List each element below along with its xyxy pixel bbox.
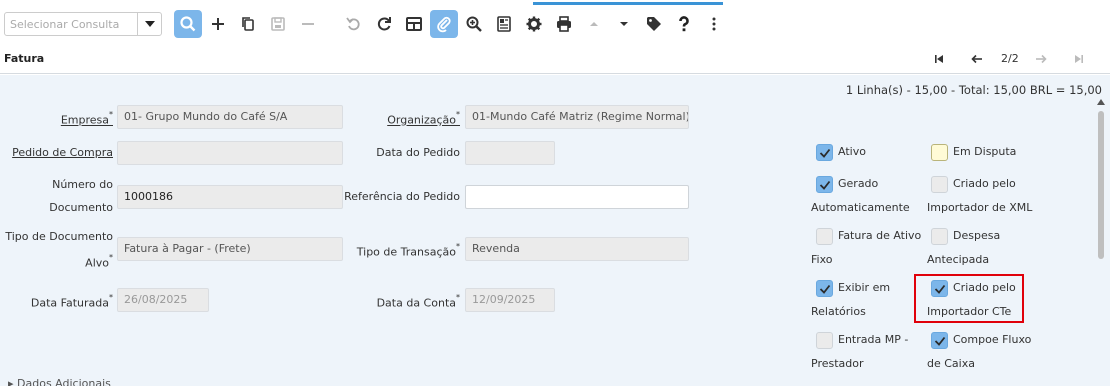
delete-icon[interactable]	[294, 10, 322, 38]
next-record-icon[interactable]	[1032, 50, 1050, 68]
tipo-documento-label[interactable]: Tipo de Documento Alvo*	[5, 225, 113, 275]
attachment-icon[interactable]	[430, 10, 458, 38]
criado-importador-xml-checkbox[interactable]	[931, 176, 948, 193]
query-select[interactable]	[4, 12, 162, 36]
scroll-up-icon[interactable]	[1096, 97, 1106, 107]
undo-icon[interactable]	[340, 10, 368, 38]
ativo-checkbox[interactable]	[816, 144, 833, 161]
numero-documento-label: Número do Documento	[49, 178, 113, 214]
entrada-mp-prestador-checkbox[interactable]	[816, 332, 833, 349]
grid-toggle-icon[interactable]	[400, 10, 428, 38]
data-faturada-label: Data Faturada*	[30, 293, 113, 310]
em-disputa-label: Em Disputa	[953, 145, 1017, 158]
last-record-icon[interactable]	[1070, 50, 1088, 68]
totals-summary: 1 Linha(s) - 15,00 - Total: 15,00 BRL = …	[845, 83, 1102, 97]
report-icon[interactable]	[490, 10, 518, 38]
fatura-ativo-fixo-checkbox[interactable]	[816, 228, 833, 245]
data-faturada-field[interactable]: 26/08/2025	[117, 288, 209, 312]
despesa-antecipada-checkbox[interactable]	[931, 228, 948, 245]
empresa-field[interactable]: 01- Grupo Mundo do Café S/A	[117, 105, 343, 129]
zoom-icon[interactable]	[460, 10, 488, 38]
caret-right-icon: ▸	[8, 377, 14, 386]
em-disputa-checkbox[interactable]	[931, 144, 948, 161]
pedido-compra-label[interactable]: Pedido de Compra	[12, 141, 113, 165]
first-record-icon[interactable]	[930, 50, 948, 68]
highlight-box	[914, 274, 1024, 323]
gerado-label-line2: Automaticamente	[811, 201, 910, 214]
fatura-ativo-label-line2: Fixo	[811, 253, 833, 266]
tag-icon[interactable]	[640, 10, 668, 38]
gerado-label: Gerado	[838, 177, 879, 190]
compoe-label-line2: de Caixa	[927, 357, 975, 370]
print-icon[interactable]	[550, 10, 578, 38]
entrada-mp-label-line2: Prestador	[811, 357, 864, 370]
record-counter: 2/2	[1001, 52, 1019, 65]
criado-xml-label: Criado pelo	[953, 177, 1016, 190]
entrada-mp-label: Entrada MP -	[838, 333, 909, 346]
exibir-label-line2: Relatórios	[811, 305, 866, 318]
referencia-pedido-field[interactable]	[465, 185, 689, 209]
chevron-down-icon[interactable]	[137, 13, 161, 35]
numero-documento-field[interactable]: 1000186	[117, 185, 343, 209]
organizacao-label[interactable]: Organização*	[387, 105, 460, 133]
gerado-automaticamente-checkbox[interactable]	[816, 176, 833, 193]
fatura-ativo-label: Fatura de Ativo	[838, 229, 922, 242]
refresh-icon[interactable]	[370, 10, 398, 38]
help-icon[interactable]	[670, 10, 698, 38]
scrollbar-thumb[interactable]	[1098, 111, 1104, 259]
data-pedido-field[interactable]	[465, 141, 555, 165]
despesa-label: Despesa	[953, 229, 1001, 242]
arrow-up-icon[interactable]	[580, 10, 608, 38]
form-content: 1 Linha(s) - 15,00 - Total: 15,00 BRL = …	[0, 75, 1110, 386]
gear-icon[interactable]	[520, 10, 548, 38]
referencia-pedido-label: Referência do Pedido	[344, 190, 460, 203]
toolbar	[0, 0, 1110, 48]
data-conta-label: Data da Conta*	[376, 293, 460, 310]
more-options-icon[interactable]	[700, 10, 728, 38]
exibir-label: Exibir em	[838, 281, 891, 294]
add-icon[interactable]	[204, 10, 232, 38]
tipo-documento-field[interactable]: Fatura à Pagar - (Frete)	[117, 237, 343, 261]
pedido-compra-field[interactable]	[117, 141, 343, 165]
exibir-relatorios-checkbox[interactable]	[816, 280, 833, 297]
arrow-down-icon[interactable]	[610, 10, 638, 38]
tipo-transacao-field[interactable]: Revenda	[465, 237, 689, 261]
compoe-fluxo-caixa-checkbox[interactable]	[931, 332, 948, 349]
dados-adicionais-label: Dados Adicionais	[17, 377, 111, 386]
search-icon[interactable]	[174, 10, 202, 38]
save-icon[interactable]	[264, 10, 292, 38]
active-tab-indicator	[533, 2, 723, 5]
dados-adicionais-section[interactable]: ▸ Dados Adicionais	[8, 377, 111, 386]
criado-xml-label-line2: Importador de XML	[927, 201, 1033, 214]
compoe-label: Compoe Fluxo	[953, 333, 1032, 346]
organizacao-field[interactable]: 01-Mundo Café Matriz (Regime Normal)	[465, 105, 689, 129]
copy-icon[interactable]	[234, 10, 262, 38]
window-titlebar: Fatura 2/2	[0, 44, 1110, 74]
vertical-scrollbar[interactable]	[1096, 97, 1106, 386]
despesa-label-line2: Antecipada	[927, 253, 990, 266]
tipo-transacao-label: Tipo de Transação*	[356, 242, 460, 259]
empresa-label[interactable]: Empresa*	[61, 105, 113, 133]
window-title: Fatura	[4, 52, 45, 65]
ativo-label: Ativo	[838, 145, 866, 158]
query-input[interactable]	[5, 13, 139, 35]
data-pedido-label: Data do Pedido	[376, 146, 460, 159]
data-conta-field[interactable]: 12/09/2025	[465, 288, 555, 312]
previous-record-icon[interactable]	[968, 50, 986, 68]
